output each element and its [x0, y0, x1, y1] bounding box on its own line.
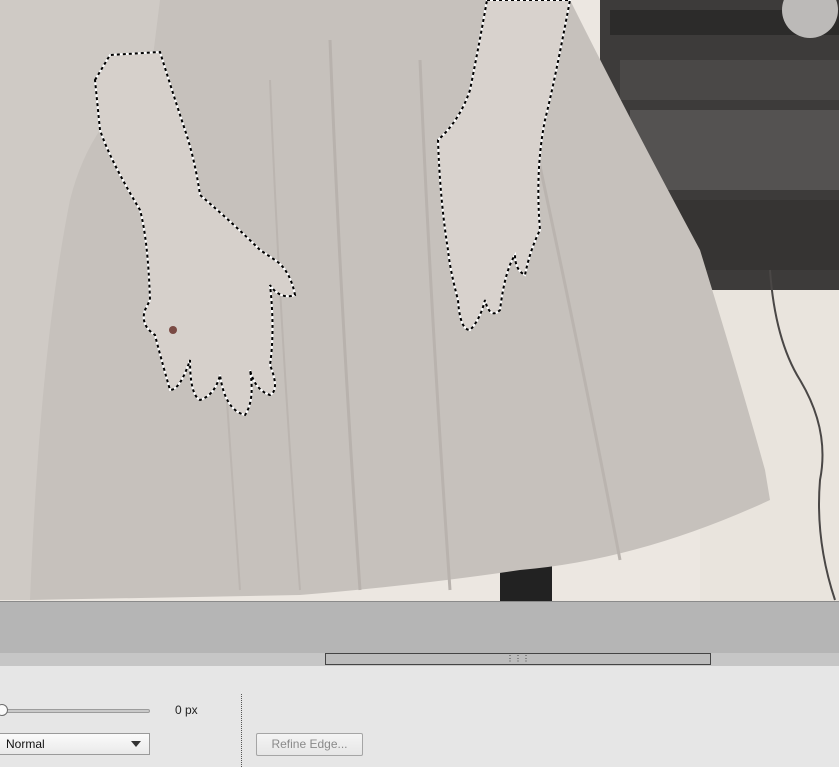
tool-options-bar: 0 px Normal Refine Edge... — [0, 666, 839, 767]
mode-dropdown[interactable]: Normal — [0, 733, 150, 755]
panel-divider-strip — [0, 601, 839, 653]
feather-slider-knob[interactable] — [0, 704, 8, 716]
scrollbar-thumb[interactable]: ⋮⋮⋮ — [325, 653, 711, 665]
feather-value: 0 px — [175, 703, 198, 717]
chevron-down-icon — [131, 741, 141, 747]
image-canvas[interactable] — [0, 0, 839, 601]
grip-lines-icon: ⋮⋮⋮ — [506, 654, 530, 663]
options-divider — [241, 694, 242, 767]
photo — [0, 0, 839, 601]
refine-edge-button[interactable]: Refine Edge... — [256, 733, 363, 756]
feather-slider[interactable] — [0, 709, 150, 713]
mode-dropdown-value: Normal — [6, 737, 45, 751]
horizontal-scrollbar[interactable]: ⋮⋮⋮ — [0, 653, 839, 666]
